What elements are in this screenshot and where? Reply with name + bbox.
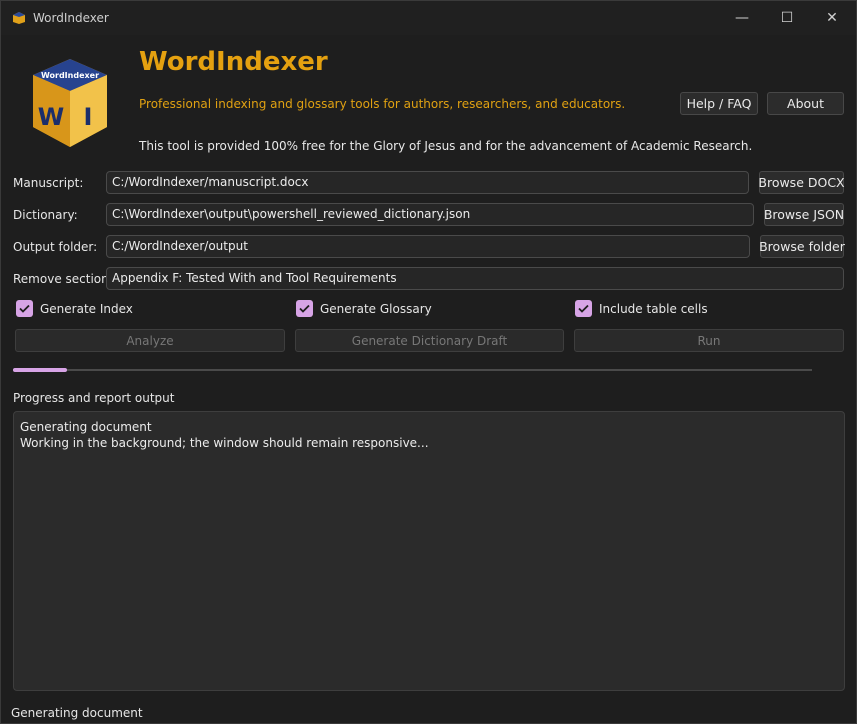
progress-fill	[13, 368, 67, 372]
maximize-button[interactable]: ☐	[764, 1, 810, 35]
app-icon	[13, 12, 25, 24]
report-line: Generating document	[20, 420, 152, 434]
help-faq-button[interactable]: Help / FAQ	[680, 92, 758, 115]
free-note: This tool is provided 100% free for the …	[139, 139, 753, 153]
app-window: WordIndexer — ☐ ✕ WordIndexer W I WordIn…	[0, 0, 857, 724]
status-bar-text: Generating document	[11, 706, 143, 720]
minimize-button[interactable]: —	[719, 1, 765, 35]
generate-index-checkbox[interactable]: Generate Index	[16, 300, 133, 317]
output-folder-label: Output folder:	[13, 240, 98, 254]
title-bar[interactable]: WordIndexer — ☐ ✕	[1, 1, 856, 35]
output-folder-input[interactable]: C:/WordIndexer/output	[106, 235, 750, 258]
report-output[interactable]: Generating document Working in the backg…	[13, 411, 845, 691]
close-button[interactable]: ✕	[809, 1, 855, 35]
remove-section-input[interactable]: Appendix F: Tested With and Tool Require…	[106, 267, 844, 290]
manuscript-label: Manuscript:	[13, 176, 84, 190]
minimize-icon: —	[735, 10, 749, 26]
remove-section-label: Remove section:	[13, 272, 113, 286]
app-logo: WordIndexer W I	[33, 59, 107, 147]
close-icon: ✕	[826, 10, 838, 26]
generate-dictionary-draft-button[interactable]: Generate Dictionary Draft	[295, 329, 564, 352]
include-table-cells-label: Include table cells	[599, 301, 708, 316]
generate-glossary-label: Generate Glossary	[320, 301, 432, 316]
manuscript-input[interactable]: C:/WordIndexer/manuscript.docx	[106, 171, 749, 194]
checkmark-icon	[296, 300, 313, 317]
browse-docx-button[interactable]: Browse DOCX	[758, 171, 845, 194]
logo-letter-w: W	[38, 103, 64, 131]
maximize-icon: ☐	[780, 10, 794, 26]
checkmark-icon	[16, 300, 33, 317]
include-table-cells-checkbox[interactable]: Include table cells	[575, 300, 708, 317]
window-title: WordIndexer	[33, 11, 109, 25]
report-label: Progress and report output	[13, 391, 175, 405]
logo-text: WordIndexer	[41, 71, 99, 80]
report-line: Working in the background; the window sh…	[20, 436, 429, 450]
tagline: Professional indexing and glossary tools…	[139, 97, 626, 111]
dictionary-input[interactable]: C:\WordIndexer\output\powershell_reviewe…	[106, 203, 754, 226]
generate-glossary-checkbox[interactable]: Generate Glossary	[296, 300, 432, 317]
generate-index-label: Generate Index	[40, 301, 133, 316]
progress-bar	[13, 368, 812, 372]
app-name: WordIndexer	[139, 47, 328, 77]
analyze-button[interactable]: Analyze	[15, 329, 285, 352]
about-button[interactable]: About	[767, 92, 844, 115]
checkmark-icon	[575, 300, 592, 317]
dictionary-label: Dictionary:	[13, 208, 78, 222]
browse-folder-button[interactable]: Browse folder	[759, 235, 845, 258]
run-button[interactable]: Run	[574, 329, 844, 352]
browse-json-button[interactable]: Browse JSON	[764, 203, 844, 226]
logo-letter-i: I	[84, 103, 93, 131]
